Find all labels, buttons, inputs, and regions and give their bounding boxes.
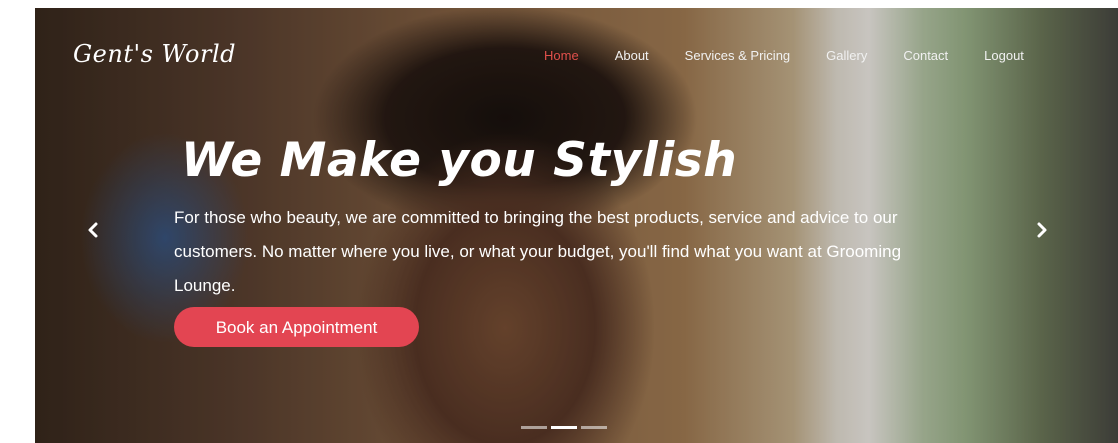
navbar: Gent's World Home About Services & Prici… bbox=[35, 8, 1118, 108]
nav-item-gallery[interactable]: Gallery bbox=[826, 48, 867, 63]
hero-title: We Make you Stylish bbox=[181, 133, 738, 188]
hero-slide: Gent's World Home About Services & Prici… bbox=[35, 8, 1118, 443]
nav-item-services-pricing[interactable]: Services & Pricing bbox=[685, 48, 790, 63]
carousel-indicator-1[interactable] bbox=[521, 426, 547, 429]
hero-lead-text: For those who beauty, we are committed t… bbox=[174, 208, 902, 295]
carousel-indicator-3[interactable] bbox=[581, 426, 607, 429]
page: Gent's World Home About Services & Prici… bbox=[0, 0, 1118, 443]
chevron-left-icon bbox=[88, 222, 98, 238]
carousel-prev-button[interactable] bbox=[83, 220, 103, 240]
nav-item-contact[interactable]: Contact bbox=[903, 48, 948, 63]
carousel-next-button[interactable] bbox=[1032, 220, 1052, 240]
carousel-indicators bbox=[521, 426, 611, 429]
chevron-right-icon bbox=[1037, 222, 1047, 238]
nav-item-home[interactable]: Home bbox=[544, 48, 579, 63]
brand-logo[interactable]: Gent's World bbox=[73, 40, 236, 68]
nav-item-about[interactable]: About bbox=[615, 48, 649, 63]
nav-item-logout[interactable]: Logout bbox=[984, 48, 1024, 63]
main-nav: Home About Services & Pricing Gallery Co… bbox=[544, 48, 1060, 63]
book-appointment-button[interactable]: Book an Appointment bbox=[174, 307, 419, 347]
carousel-indicator-2[interactable] bbox=[551, 426, 577, 429]
